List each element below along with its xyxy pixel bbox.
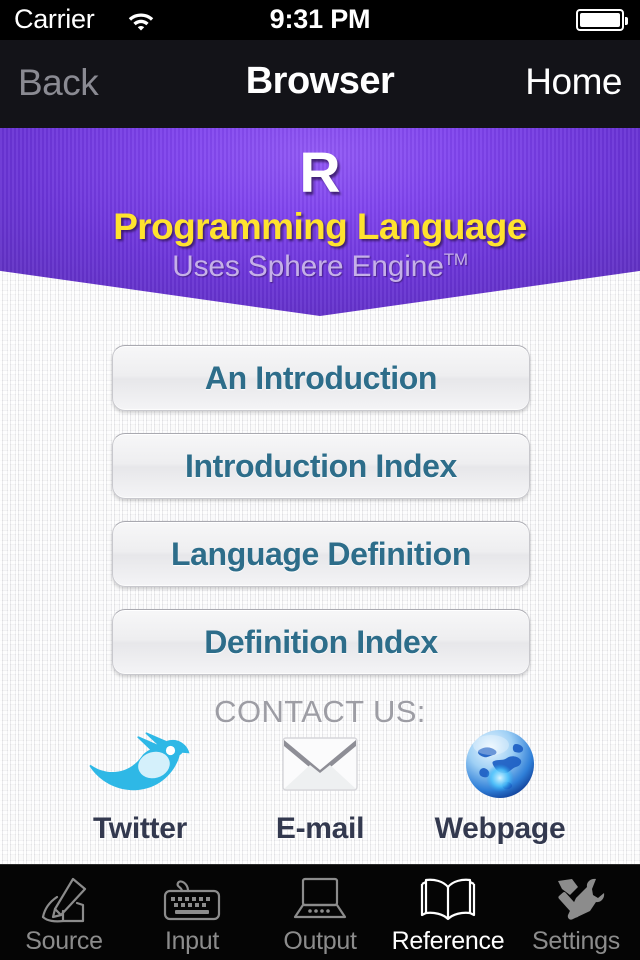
hand-writing-pen-icon <box>41 877 87 922</box>
input-icon-wrap <box>160 875 224 923</box>
menu-button-introduction-index[interactable]: Introduction Index <box>112 433 530 499</box>
menu-button-label: Introduction Index <box>185 447 457 484</box>
contact-twitter[interactable]: Twitter <box>60 728 220 846</box>
laptop-icon <box>293 877 347 918</box>
hammer-wrench-icon <box>558 878 605 920</box>
menu-list: An Introduction Introduction Index Langu… <box>112 345 530 697</box>
status-time: 9:31 PM <box>269 4 371 34</box>
globe-icon <box>466 730 534 798</box>
engine-text: Uses Sphere Engine <box>172 250 444 283</box>
contact-row: Twitter E-mail Webpage <box>60 728 580 846</box>
contact-label: Twitter <box>92 812 187 845</box>
nav-bar: Back Browser Home <box>0 40 640 128</box>
menu-button-definition-index[interactable]: Definition Index <box>112 609 530 675</box>
contact-webpage[interactable]: Webpage <box>420 728 580 846</box>
content-area: R Programming Language Uses Sphere Engin… <box>0 128 640 864</box>
menu-button-label: An Introduction <box>204 359 438 396</box>
tab-output[interactable]: Output <box>256 865 384 960</box>
source-icon-wrap <box>33 875 95 923</box>
envelope-glyph-wrap <box>282 728 358 800</box>
contact-email[interactable]: E-mail <box>240 728 400 846</box>
trademark-mark: TM <box>443 250 468 269</box>
twitter-bird-icon <box>89 732 190 791</box>
tab-label: Reference <box>391 926 505 955</box>
tab-label: Output <box>283 926 357 955</box>
settings-icon-wrap <box>546 875 606 923</box>
status-bar: Carrier 9:31 PM <box>0 0 640 40</box>
menu-button-language-definition[interactable]: Language Definition <box>112 521 530 587</box>
tab-label: Input <box>164 926 220 955</box>
banner-engine-line: Uses Sphere EngineTM <box>0 250 640 284</box>
open-book-icon <box>420 878 476 920</box>
contact-label: Webpage <box>434 812 566 845</box>
r-logo: R <box>299 141 341 205</box>
tab-reference[interactable]: Reference <box>384 865 512 960</box>
banner-subtitle: Programming Language <box>113 206 527 247</box>
battery-fill <box>580 13 620 27</box>
menu-button-label: Language Definition <box>171 535 471 572</box>
keyboard-icon <box>163 879 221 920</box>
battery-icon <box>576 9 628 31</box>
contact-label: E-mail <box>275 812 365 845</box>
tab-label: Source <box>25 926 103 955</box>
tab-bar: Source Input Output Reference Settings <box>0 864 640 960</box>
tab-source[interactable]: Source <box>0 865 128 960</box>
tab-label: Settings <box>532 926 620 955</box>
tab-input[interactable]: Input <box>128 865 256 960</box>
tab-settings[interactable]: Settings <box>512 865 640 960</box>
envelope-icon <box>282 737 358 791</box>
reference-icon-wrap <box>418 875 478 923</box>
contact-us-heading: CONTACT US: <box>214 694 426 729</box>
twitter-glyph-wrap <box>88 728 192 800</box>
output-icon-wrap <box>289 875 351 923</box>
globe-glyph-wrap <box>464 728 536 800</box>
app-screen: Carrier 9:31 PM Back Browser Home R Prog… <box>0 0 640 960</box>
home-button[interactable]: Home <box>525 61 622 103</box>
app-banner: R Programming Language Uses Sphere Engin… <box>0 128 640 316</box>
menu-button-label: Definition Index <box>204 623 438 660</box>
menu-button-an-introduction[interactable]: An Introduction <box>112 345 530 411</box>
